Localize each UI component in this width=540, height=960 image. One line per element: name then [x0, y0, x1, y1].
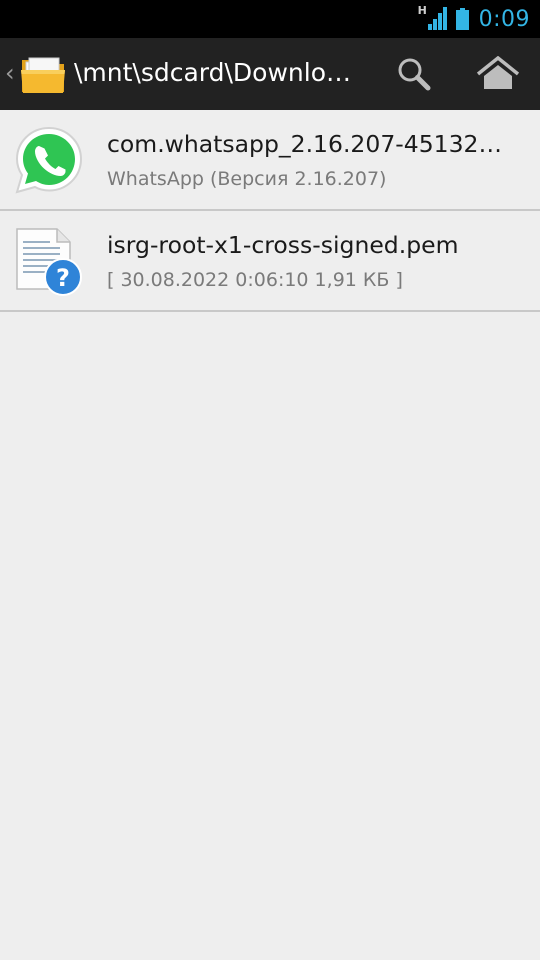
action-bar: ‹ \mnt\sdcard\Downlo… — [0, 38, 540, 112]
file-row[interactable]: com.whatsapp_2.16.207-45132… WhatsApp (В… — [0, 110, 540, 211]
file-name: com.whatsapp_2.16.207-45132… — [107, 130, 503, 158]
unknown-file-icon: ? — [12, 225, 86, 297]
file-subtitle: [ 30.08.2022 0:06:10 1,91 КБ ] — [107, 269, 403, 291]
battery-icon — [455, 8, 469, 30]
home-icon — [476, 56, 520, 89]
file-subtitle: WhatsApp (Версия 2.16.207) — [107, 168, 387, 190]
file-row[interactable]: ? isrg-root-x1-cross-signed.pem [ 30.08.… — [0, 211, 540, 312]
folder-icon[interactable] — [20, 52, 66, 94]
search-icon — [398, 58, 431, 91]
status-icons: H 0:09 — [418, 0, 530, 38]
file-list: com.whatsapp_2.16.207-45132… WhatsApp (В… — [0, 110, 540, 312]
file-name: isrg-root-x1-cross-signed.pem — [107, 231, 459, 259]
status-clock: 0:09 — [478, 6, 530, 32]
up-caret-icon[interactable]: ‹ — [5, 60, 15, 86]
home-button[interactable] — [470, 52, 526, 96]
svg-text:?: ? — [56, 264, 70, 292]
current-path-title[interactable]: \mnt\sdcard\Downlo… — [74, 56, 364, 90]
status-bar: H 0:09 — [0, 0, 540, 38]
whatsapp-icon — [12, 124, 86, 196]
search-button[interactable] — [388, 52, 440, 96]
signal-icon: H — [418, 4, 448, 32]
